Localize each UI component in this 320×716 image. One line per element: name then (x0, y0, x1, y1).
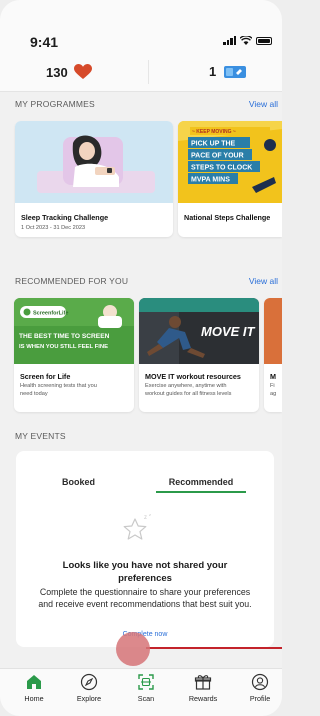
recommended-card-desc-1: Fi (270, 383, 275, 389)
recommended-card-title: M (270, 372, 276, 381)
empty-state-title: Looks like you have not shared your pref… (16, 559, 274, 585)
recommended-card-title: MOVE IT workout resources (145, 372, 241, 381)
compass-icon (80, 673, 98, 691)
battery-icon (256, 37, 272, 45)
events-header: MY EVENTS (15, 429, 278, 443)
events-title: MY EVENTS (15, 431, 66, 441)
tab-booked[interactable]: Booked (62, 477, 95, 487)
move-it-banner: MOVE IT (139, 298, 259, 364)
profile-icon (251, 673, 269, 691)
tab-home[interactable]: Home (9, 673, 59, 703)
steps-banner-line-1: PICK UP THE (191, 141, 236, 148)
programme-title: National Steps Challenge (184, 213, 271, 222)
home-icon (27, 675, 41, 689)
tab-label: Explore (76, 694, 102, 703)
tab-label: Rewards (188, 694, 218, 703)
hearts-count: 130 (46, 64, 68, 80)
tab-label: Profile (249, 694, 271, 703)
header-counts: 130 1 (0, 54, 282, 92)
swipe-gesture-trail (146, 647, 282, 649)
programmes-header: MY PROGRAMMES View all (15, 97, 278, 111)
steps-banner-tagline: ~ KEEP MOVING ~ (192, 129, 236, 135)
programmes-view-all-link[interactable]: View all (249, 99, 278, 109)
screen-for-life-tag: ScreenforLife (33, 311, 68, 317)
recommended-card-desc-1: Health screening tests that you (20, 383, 97, 389)
steps-banner: ~ KEEP MOVING ~ PICK UP THE PACE OF YOUR… (178, 121, 282, 203)
bottom-tab-bar: Home Explore Scan Rewards Profile (0, 668, 282, 716)
ticket-icon (224, 66, 247, 78)
active-tab-indicator (156, 491, 246, 493)
recommended-card-move-it[interactable]: MOVE IT MOVE IT workout resources Exerci… (139, 298, 259, 412)
tab-profile[interactable]: Profile (235, 673, 282, 703)
empty-state-title-line-2: preferences (118, 573, 172, 584)
steps-banner-line-4: MVPA MINS (191, 177, 230, 184)
steps-banner-line-2: PACE OF YOUR (191, 153, 244, 160)
gift-icon (194, 675, 212, 690)
recommended-card-desc-1: Exercise anywhere, anytime with (145, 383, 227, 389)
steps-banner-line-3: STEPS TO CLOCK (191, 165, 252, 172)
screen-for-life-headline-1: THE BEST TIME TO SCREEN (19, 333, 110, 340)
svg-text:z: z (149, 513, 151, 517)
empty-state-title-line-1: Looks like you have not shared your (62, 560, 228, 571)
sleep-illustration (15, 121, 173, 203)
recommended-card-desc-2: ag (270, 391, 277, 397)
status-bar: 9:41 (0, 0, 282, 54)
tab-scan[interactable]: Scan (121, 673, 171, 703)
tickets-counter[interactable]: 1 (209, 64, 247, 79)
scan-icon (138, 674, 154, 690)
tab-label: Scan (137, 694, 155, 703)
header-divider (148, 60, 149, 84)
heart-icon (73, 64, 92, 79)
screen-for-life-headline-2: IS WHEN YOU STILL FEEL FINE (19, 344, 108, 350)
move-it-banner-text: MOVE IT (201, 324, 256, 339)
recommended-card-screen-for-life[interactable]: ScreenforLife THE BEST TIME TO SCREEN IS… (14, 298, 134, 412)
tab-recommended[interactable]: Recommended (156, 477, 246, 487)
recommended-header: RECOMMENDED FOR YOU View all (15, 274, 278, 288)
programme-title: Sleep Tracking Challenge (21, 213, 109, 222)
tab-label: Home (24, 694, 44, 703)
wifi-icon (240, 36, 252, 45)
programmes-title: MY PROGRAMMES (15, 99, 95, 109)
star-icon: z z (123, 513, 151, 540)
phone-screen: 9:41 130 1 MY PROGRAMMES View all Sleep … (0, 0, 282, 716)
tickets-count: 1 (209, 64, 217, 79)
tab-explore[interactable]: Explore (64, 673, 114, 703)
programme-card-sleep[interactable]: Sleep Tracking Challenge 1 Oct 2023 - 31… (15, 121, 173, 237)
programme-card-steps[interactable]: ~ KEEP MOVING ~ PICK UP THE PACE OF YOUR… (178, 121, 282, 237)
recommended-card-title: Screen for Life (20, 372, 71, 381)
recommended-card-partial[interactable]: M Fi ag (264, 298, 282, 412)
svg-text:z: z (144, 515, 147, 521)
empty-state-description: Complete the questionnaire to share your… (38, 587, 252, 609)
system-icons (223, 36, 272, 45)
hearts-counter[interactable]: 130 (46, 64, 92, 80)
status-time: 9:41 (30, 34, 59, 50)
recommended-title: RECOMMENDED FOR YOU (15, 276, 129, 286)
recommended-view-all-link[interactable]: View all (249, 276, 278, 286)
programme-dates: 1 Oct 2023 - 31 Dec 2023 (21, 225, 86, 231)
signal-icon (223, 36, 236, 45)
touch-indicator (116, 632, 150, 666)
screen-for-life-banner: ScreenforLife THE BEST TIME TO SCREEN IS… (14, 298, 134, 364)
partial-card-image (264, 298, 282, 364)
tab-rewards[interactable]: Rewards (178, 673, 228, 703)
events-card: Booked Recommended z z Looks like you ha… (16, 451, 274, 647)
recommended-card-desc-2: need today (20, 391, 48, 397)
recommended-card-desc-2: workout guides for all fitness levels (145, 391, 232, 397)
